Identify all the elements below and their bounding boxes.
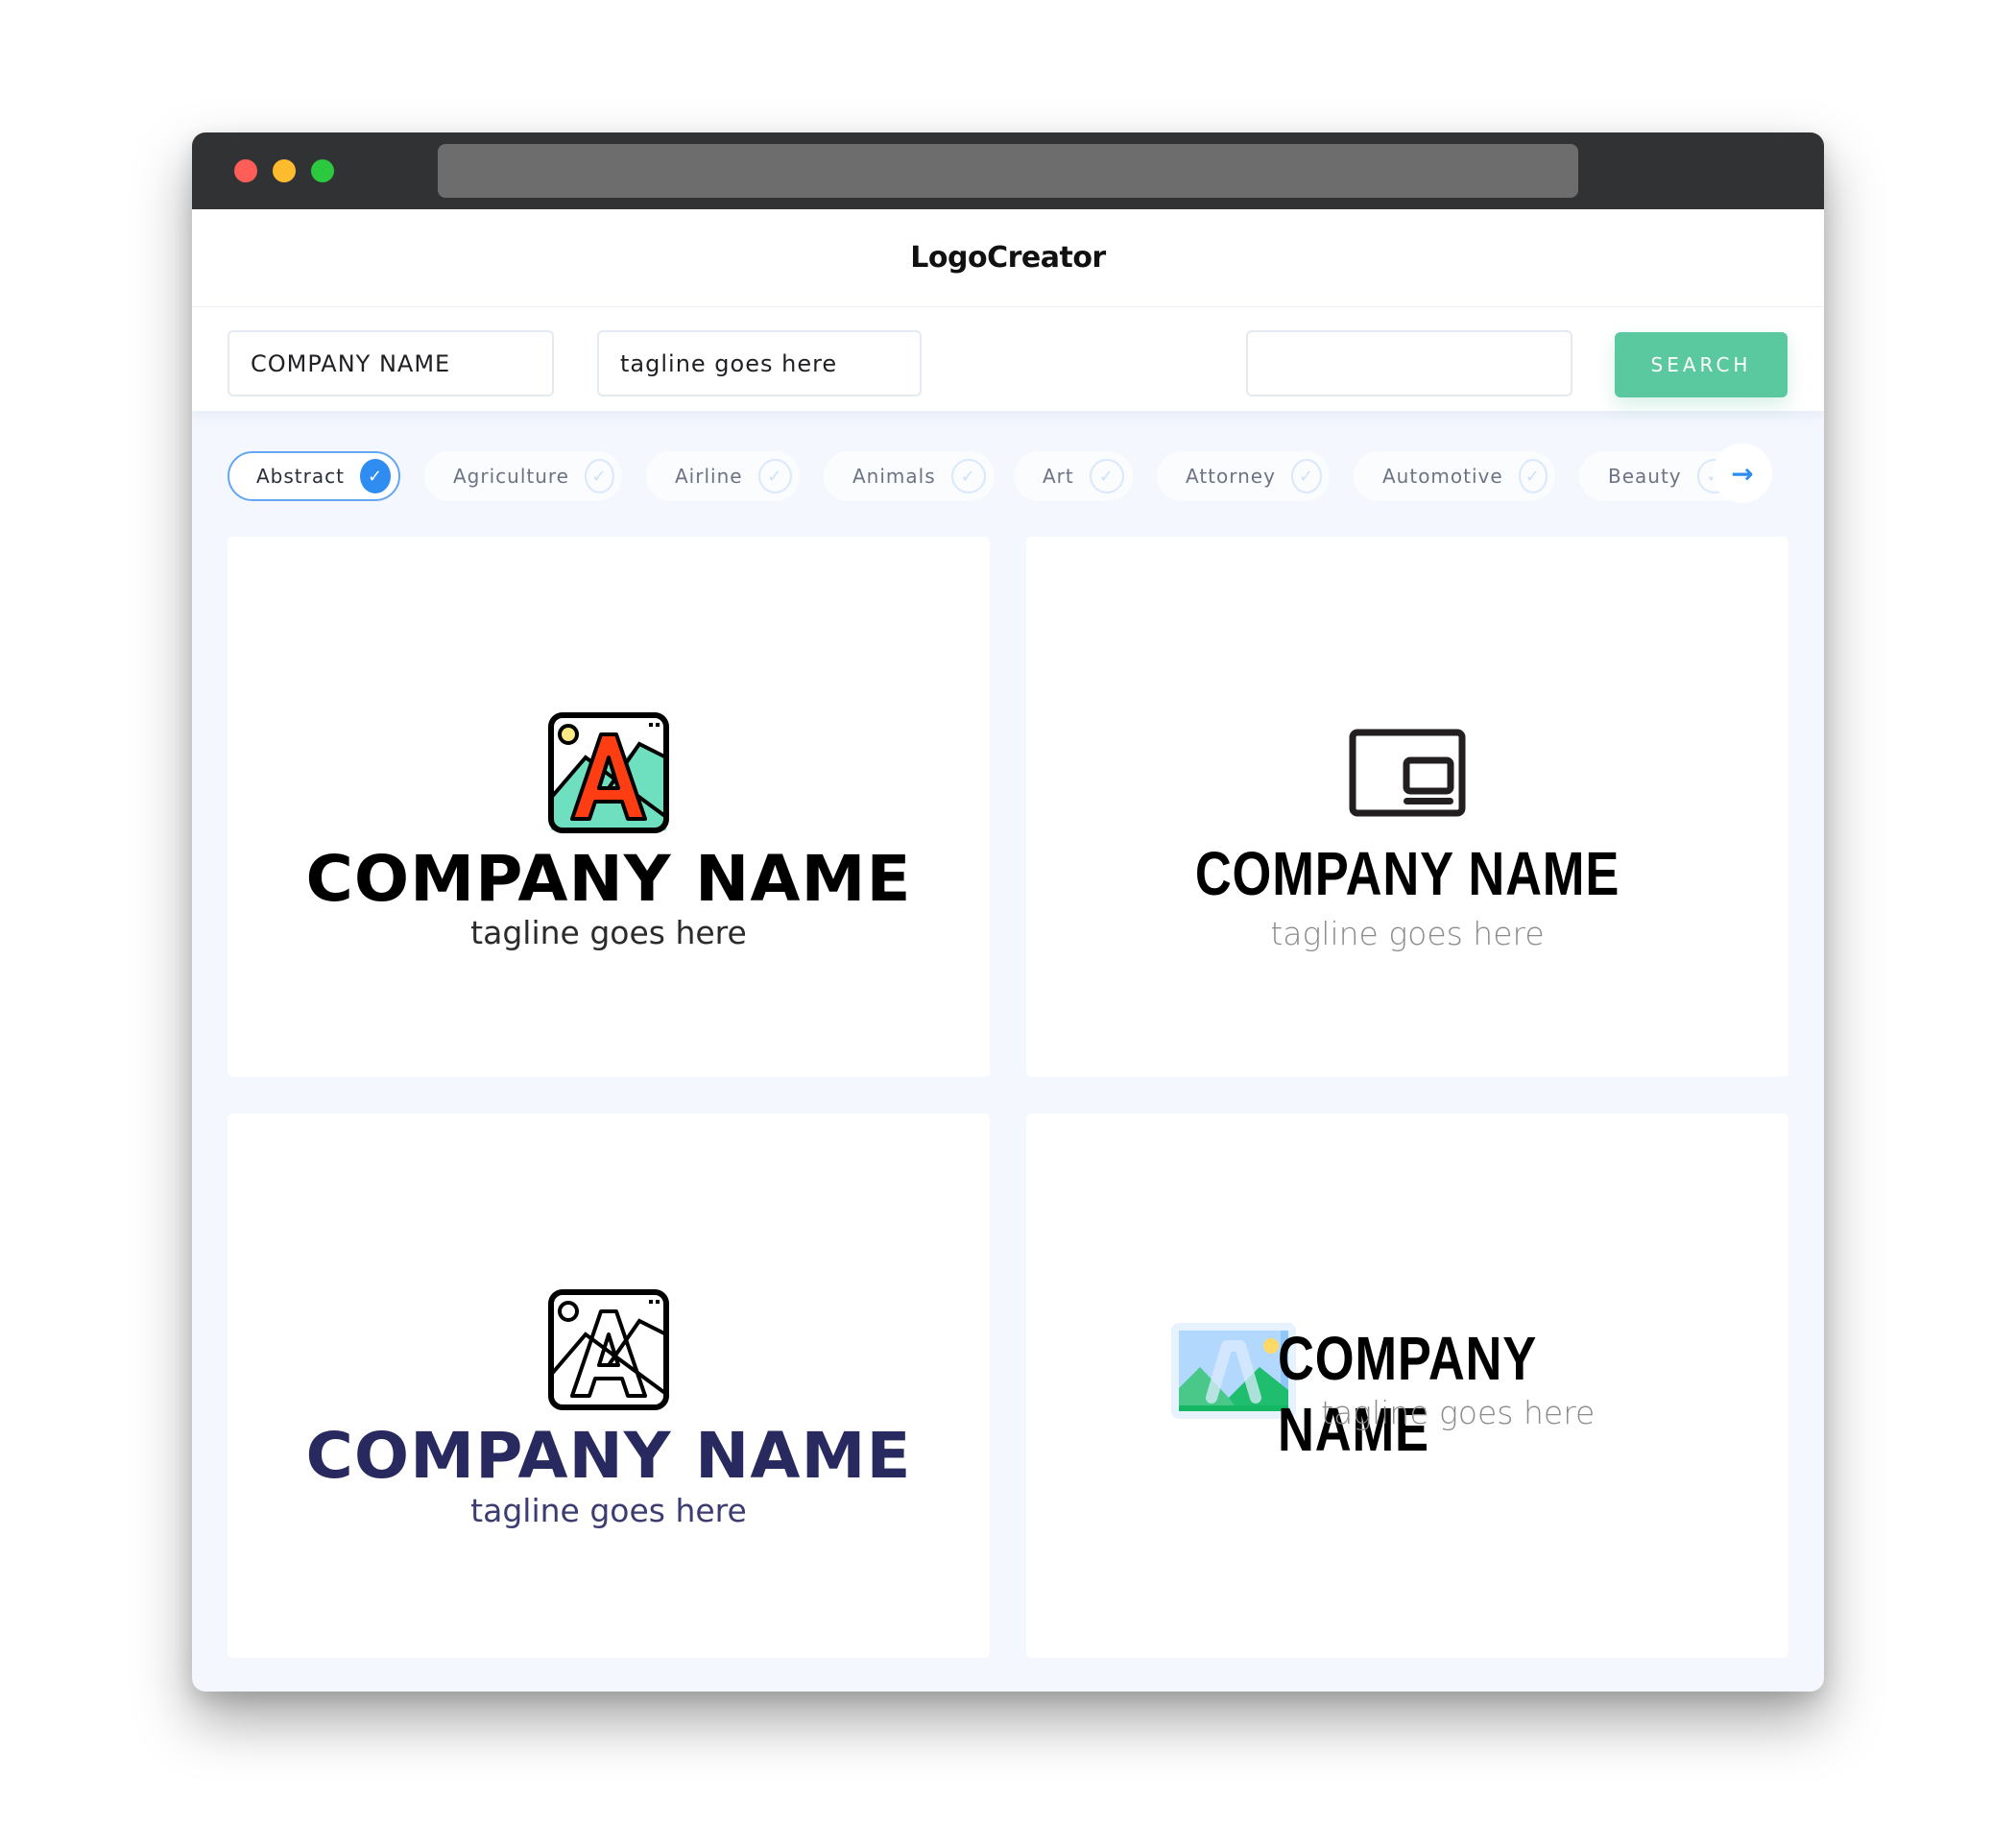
keyword-search-input[interactable] bbox=[1246, 330, 1572, 396]
category-label: Animals bbox=[852, 465, 936, 488]
category-label: Agriculture bbox=[453, 465, 569, 488]
logo-card[interactable]: COMPANY NAME tagline goes here bbox=[228, 537, 990, 1077]
category-label: Art bbox=[1043, 465, 1074, 488]
category-filter-bar: Abstract ✓ Agriculture ✓ Airline ✓ Anima… bbox=[192, 411, 1824, 522]
check-icon: ✓ bbox=[1089, 459, 1124, 493]
logo-tagline: tagline goes here bbox=[470, 1492, 747, 1529]
minimize-window-button[interactable] bbox=[273, 159, 296, 182]
check-icon: ✓ bbox=[950, 459, 986, 493]
search-bar: COMPANY NAME tagline goes here SEARCH bbox=[192, 307, 1824, 411]
category-label: Abstract bbox=[256, 465, 345, 488]
close-window-button[interactable] bbox=[234, 159, 257, 182]
category-chip-abstract[interactable]: Abstract ✓ bbox=[228, 451, 400, 501]
check-icon: ✓ bbox=[757, 459, 792, 493]
category-chip-attorney[interactable]: Attorney ✓ bbox=[1157, 451, 1330, 501]
logo-company-name: COMPANY NAME bbox=[305, 842, 912, 916]
app-header: LogoCreator bbox=[192, 209, 1824, 307]
logo-company-name: COMPANY NAME bbox=[305, 1419, 912, 1493]
arrow-right-icon: → bbox=[1731, 457, 1754, 490]
check-icon: ✓ bbox=[1290, 459, 1322, 493]
check-icon: ✓ bbox=[585, 459, 614, 493]
search-button[interactable]: SEARCH bbox=[1615, 332, 1788, 397]
tagline-input[interactable]: tagline goes here bbox=[597, 330, 922, 396]
logo-card[interactable]: COMPANY NAME tagline goes here bbox=[228, 1114, 990, 1658]
category-chip-airline[interactable]: Airline ✓ bbox=[646, 451, 800, 501]
category-chip-animals[interactable]: Animals ✓ bbox=[824, 451, 995, 501]
category-chip-art[interactable]: Art ✓ bbox=[1014, 451, 1133, 501]
logo-card[interactable]: COMPANY NAME tagline goes here bbox=[1026, 537, 1788, 1077]
check-icon: ✓ bbox=[359, 459, 391, 493]
next-categories-button[interactable]: → bbox=[1713, 444, 1772, 503]
logo-tagline: tagline goes here bbox=[470, 914, 747, 951]
app-title: LogoCreator bbox=[910, 241, 1106, 275]
category-chip-agriculture[interactable]: Agriculture ✓ bbox=[424, 451, 622, 501]
maximize-window-button[interactable] bbox=[311, 159, 334, 182]
logo-company-name: COMPANY NAME bbox=[1194, 839, 1620, 908]
category-label: Attorney bbox=[1186, 465, 1276, 488]
check-icon: ✓ bbox=[1518, 459, 1548, 493]
logo-tagline: tagline goes here bbox=[1321, 1394, 1596, 1431]
category-label: Beauty bbox=[1608, 465, 1682, 488]
category-label: Automotive bbox=[1382, 465, 1503, 488]
logo-card[interactable]: COMPANY NAME tagline goes here bbox=[1026, 1114, 1788, 1658]
company-name-input[interactable]: COMPANY NAME bbox=[228, 330, 554, 396]
image-letter-a-outline-icon bbox=[548, 1289, 669, 1410]
picture-in-picture-icon bbox=[1349, 729, 1466, 817]
browser-window: LogoCreator COMPANY NAME tagline goes he… bbox=[192, 132, 1824, 1692]
address-bar[interactable] bbox=[438, 144, 1578, 198]
logo-tagline: tagline goes here bbox=[1270, 915, 1545, 952]
image-letter-a-color-icon bbox=[548, 712, 669, 833]
category-label: Airline bbox=[675, 465, 743, 488]
title-bar bbox=[192, 132, 1824, 209]
category-chip-automotive[interactable]: Automotive ✓ bbox=[1354, 451, 1555, 501]
